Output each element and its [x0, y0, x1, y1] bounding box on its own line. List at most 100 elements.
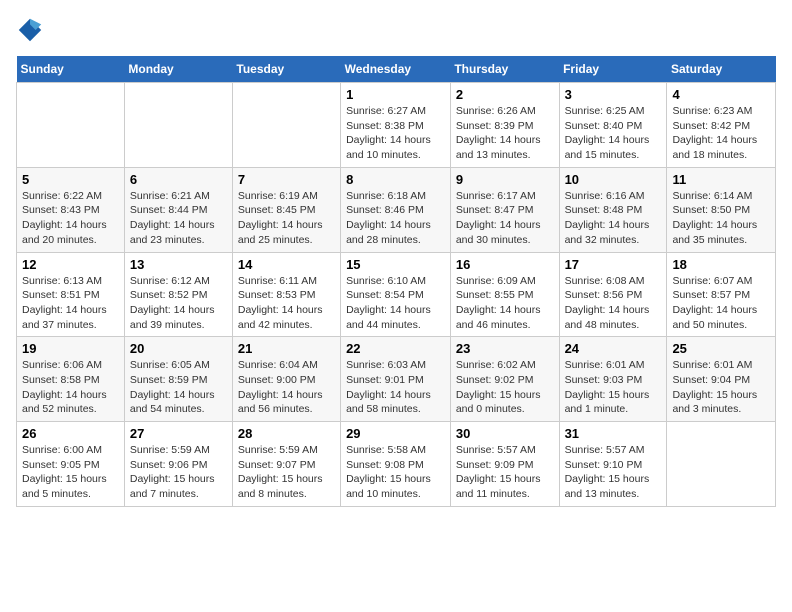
day-number: 17: [565, 257, 662, 272]
day-number: 26: [22, 426, 119, 441]
day-info: Sunrise: 5:59 AM Sunset: 9:07 PM Dayligh…: [238, 443, 335, 502]
day-number: 6: [130, 172, 227, 187]
calendar-cell: 27 Sunrise: 5:59 AM Sunset: 9:06 PM Dayli…: [124, 422, 232, 507]
calendar-cell: 14 Sunrise: 6:11 AM Sunset: 8:53 PM Dayli…: [232, 252, 340, 337]
calendar-cell: 26 Sunrise: 6:00 AM Sunset: 9:05 PM Dayli…: [17, 422, 125, 507]
day-info: Sunrise: 6:02 AM Sunset: 9:02 PM Dayligh…: [456, 358, 554, 417]
day-number: 12: [22, 257, 119, 272]
day-info: Sunrise: 5:57 AM Sunset: 9:09 PM Dayligh…: [456, 443, 554, 502]
day-info: Sunrise: 6:22 AM Sunset: 8:43 PM Dayligh…: [22, 189, 119, 248]
calendar-cell: [124, 83, 232, 168]
calendar-cell: [667, 422, 776, 507]
weekday-header-friday: Friday: [559, 56, 667, 83]
calendar-cell: 5 Sunrise: 6:22 AM Sunset: 8:43 PM Daylig…: [17, 167, 125, 252]
calendar-cell: 19 Sunrise: 6:06 AM Sunset: 8:58 PM Dayli…: [17, 337, 125, 422]
day-info: Sunrise: 6:01 AM Sunset: 9:04 PM Dayligh…: [672, 358, 770, 417]
day-number: 27: [130, 426, 227, 441]
day-number: 7: [238, 172, 335, 187]
weekday-header-saturday: Saturday: [667, 56, 776, 83]
day-info: Sunrise: 6:00 AM Sunset: 9:05 PM Dayligh…: [22, 443, 119, 502]
day-info: Sunrise: 6:07 AM Sunset: 8:57 PM Dayligh…: [672, 274, 770, 333]
calendar-cell: 15 Sunrise: 6:10 AM Sunset: 8:54 PM Dayli…: [341, 252, 451, 337]
calendar-cell: 28Sunrise: 5:59 AM Sunset: 9:07 PM Dayli…: [232, 422, 340, 507]
calendar-cell: 13 Sunrise: 6:12 AM Sunset: 8:52 PM Dayli…: [124, 252, 232, 337]
day-info: Sunrise: 6:13 AM Sunset: 8:51 PM Dayligh…: [22, 274, 119, 333]
calendar-cell: 10Sunrise: 6:16 AM Sunset: 8:48 PM Dayli…: [559, 167, 667, 252]
day-number: 24: [565, 341, 662, 356]
calendar-cell: 17 Sunrise: 6:08 AM Sunset: 8:56 PM Dayli…: [559, 252, 667, 337]
day-info: Sunrise: 6:26 AM Sunset: 8:39 PM Dayligh…: [456, 104, 554, 163]
day-number: 18: [672, 257, 770, 272]
calendar-week-row: 12 Sunrise: 6:13 AM Sunset: 8:51 PM Dayli…: [17, 252, 776, 337]
logo-icon: [16, 16, 44, 44]
calendar-cell: [17, 83, 125, 168]
day-info: Sunrise: 6:09 AM Sunset: 8:55 PM Dayligh…: [456, 274, 554, 333]
day-info: Sunrise: 6:23 AM Sunset: 8:42 PM Dayligh…: [672, 104, 770, 163]
day-number: 5: [22, 172, 119, 187]
day-number: 13: [130, 257, 227, 272]
calendar-cell: 1 Sunrise: 6:27 AM Sunset: 8:38 PM Daylig…: [341, 83, 451, 168]
calendar-week-row: 5 Sunrise: 6:22 AM Sunset: 8:43 PM Daylig…: [17, 167, 776, 252]
day-info: Sunrise: 5:57 AM Sunset: 9:10 PM Dayligh…: [565, 443, 662, 502]
calendar-cell: 3Sunrise: 6:25 AM Sunset: 8:40 PM Daylig…: [559, 83, 667, 168]
calendar-table: SundayMondayTuesdayWednesdayThursdayFrid…: [16, 56, 776, 507]
day-number: 29: [346, 426, 445, 441]
calendar-cell: 9 Sunrise: 6:17 AM Sunset: 8:47 PM Daylig…: [450, 167, 559, 252]
day-info: Sunrise: 6:18 AM Sunset: 8:46 PM Dayligh…: [346, 189, 445, 248]
calendar-cell: 2 Sunrise: 6:26 AM Sunset: 8:39 PM Daylig…: [450, 83, 559, 168]
day-info: Sunrise: 6:14 AM Sunset: 8:50 PM Dayligh…: [672, 189, 770, 248]
day-number: 1: [346, 87, 445, 102]
calendar-cell: 4 Sunrise: 6:23 AM Sunset: 8:42 PM Daylig…: [667, 83, 776, 168]
day-number: 31: [565, 426, 662, 441]
weekday-header-row: SundayMondayTuesdayWednesdayThursdayFrid…: [17, 56, 776, 83]
day-number: 19: [22, 341, 119, 356]
day-info: Sunrise: 6:08 AM Sunset: 8:56 PM Dayligh…: [565, 274, 662, 333]
calendar-cell: 25 Sunrise: 6:01 AM Sunset: 9:04 PM Dayli…: [667, 337, 776, 422]
day-number: 30: [456, 426, 554, 441]
page-header: [16, 16, 776, 44]
calendar-cell: 12 Sunrise: 6:13 AM Sunset: 8:51 PM Dayli…: [17, 252, 125, 337]
calendar-week-row: 1 Sunrise: 6:27 AM Sunset: 8:38 PM Daylig…: [17, 83, 776, 168]
day-info: Sunrise: 5:59 AM Sunset: 9:06 PM Dayligh…: [130, 443, 227, 502]
day-number: 2: [456, 87, 554, 102]
weekday-header-sunday: Sunday: [17, 56, 125, 83]
calendar-cell: 16 Sunrise: 6:09 AM Sunset: 8:55 PM Dayli…: [450, 252, 559, 337]
day-number: 11: [672, 172, 770, 187]
weekday-header-thursday: Thursday: [450, 56, 559, 83]
calendar-week-row: 26 Sunrise: 6:00 AM Sunset: 9:05 PM Dayli…: [17, 422, 776, 507]
calendar-cell: 22 Sunrise: 6:03 AM Sunset: 9:01 PM Dayli…: [341, 337, 451, 422]
day-number: 4: [672, 87, 770, 102]
day-info: Sunrise: 6:03 AM Sunset: 9:01 PM Dayligh…: [346, 358, 445, 417]
day-number: 15: [346, 257, 445, 272]
calendar-cell: 29 Sunrise: 5:58 AM Sunset: 9:08 PM Dayli…: [341, 422, 451, 507]
day-info: Sunrise: 6:27 AM Sunset: 8:38 PM Dayligh…: [346, 104, 445, 163]
calendar-cell: 6Sunrise: 6:21 AM Sunset: 8:44 PM Daylig…: [124, 167, 232, 252]
calendar-cell: 30 Sunrise: 5:57 AM Sunset: 9:09 PM Dayli…: [450, 422, 559, 507]
day-info: Sunrise: 6:01 AM Sunset: 9:03 PM Dayligh…: [565, 358, 662, 417]
day-info: Sunrise: 6:25 AM Sunset: 8:40 PM Dayligh…: [565, 104, 662, 163]
calendar-cell: 7Sunrise: 6:19 AM Sunset: 8:45 PM Daylig…: [232, 167, 340, 252]
day-info: Sunrise: 6:05 AM Sunset: 8:59 PM Dayligh…: [130, 358, 227, 417]
day-info: Sunrise: 6:10 AM Sunset: 8:54 PM Dayligh…: [346, 274, 445, 333]
day-info: Sunrise: 6:06 AM Sunset: 8:58 PM Dayligh…: [22, 358, 119, 417]
calendar-cell: 21Sunrise: 6:04 AM Sunset: 9:00 PM Dayli…: [232, 337, 340, 422]
day-number: 16: [456, 257, 554, 272]
day-number: 23: [456, 341, 554, 356]
day-number: 22: [346, 341, 445, 356]
calendar-cell: 24 Sunrise: 6:01 AM Sunset: 9:03 PM Dayli…: [559, 337, 667, 422]
calendar-cell: [232, 83, 340, 168]
day-info: Sunrise: 5:58 AM Sunset: 9:08 PM Dayligh…: [346, 443, 445, 502]
calendar-cell: 23 Sunrise: 6:02 AM Sunset: 9:02 PM Dayli…: [450, 337, 559, 422]
weekday-header-wednesday: Wednesday: [341, 56, 451, 83]
day-number: 14: [238, 257, 335, 272]
day-info: Sunrise: 6:17 AM Sunset: 8:47 PM Dayligh…: [456, 189, 554, 248]
day-number: 10: [565, 172, 662, 187]
calendar-cell: 8 Sunrise: 6:18 AM Sunset: 8:46 PM Daylig…: [341, 167, 451, 252]
day-info: Sunrise: 6:11 AM Sunset: 8:53 PM Dayligh…: [238, 274, 335, 333]
day-number: 9: [456, 172, 554, 187]
calendar-cell: 31 Sunrise: 5:57 AM Sunset: 9:10 PM Dayli…: [559, 422, 667, 507]
day-number: 8: [346, 172, 445, 187]
day-number: 25: [672, 341, 770, 356]
day-info: Sunrise: 6:12 AM Sunset: 8:52 PM Dayligh…: [130, 274, 227, 333]
weekday-header-monday: Monday: [124, 56, 232, 83]
